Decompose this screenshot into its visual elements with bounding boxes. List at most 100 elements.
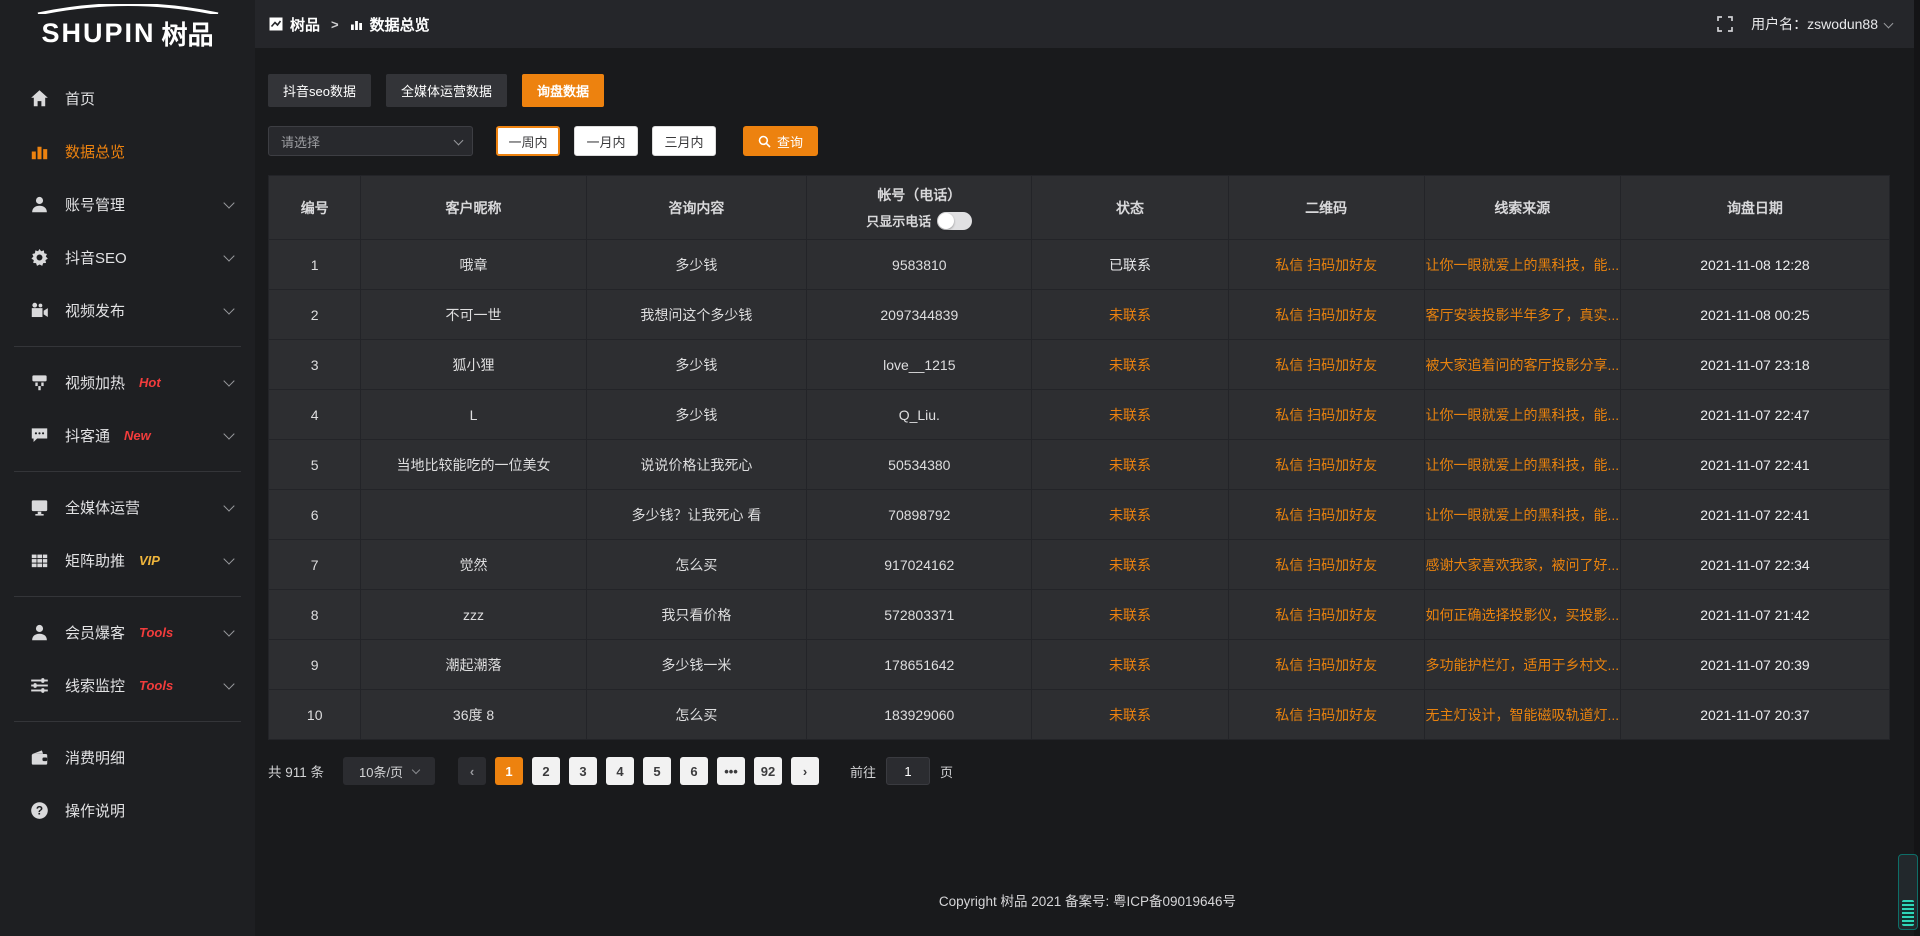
member-icon	[30, 623, 49, 642]
footer: Copyright 树品 2021 备案号: 粤ICP备09019646号	[255, 858, 1920, 936]
table-row: 7 觉然 怎么买 917024162 未联系 私信 扫码加好友 感谢大家喜欢我家…	[269, 540, 1890, 590]
cell-source: 多功能护栏灯，适用于乡村文...	[1424, 640, 1620, 690]
cell-source: 无主灯设计，智能磁吸轨道灯...	[1424, 690, 1620, 740]
cell-source: 让你一眼就爱上的黑科技，能...	[1424, 440, 1620, 490]
svg-text:?: ?	[36, 804, 43, 818]
page-size-select[interactable]: 10条/页	[343, 757, 435, 785]
sidebar-item-omni-media[interactable]: 全媒体运营	[0, 481, 255, 534]
cell-account: 917024162	[807, 540, 1032, 590]
sidebar-item-label: 消费明细	[65, 747, 125, 768]
scrollbar-track[interactable]	[1914, 0, 1920, 936]
qrcode-links[interactable]: 私信 扫码加好友	[1275, 257, 1377, 273]
phone-only-toggle[interactable]	[937, 212, 972, 230]
sidebar-item-label: 线索监控	[65, 675, 125, 696]
sidebar-item-video-publish[interactable]: 视频发布	[0, 284, 255, 337]
goto-label: 前往	[850, 762, 876, 781]
tab-inquiry-data[interactable]: 询盘数据	[522, 74, 604, 107]
question-circle-icon: ?	[30, 801, 49, 820]
source-link[interactable]: 多功能护栏灯，适用于乡村文...	[1425, 657, 1619, 673]
floating-service-widget[interactable]	[1898, 854, 1918, 930]
sidebar-item-member-baoke[interactable]: 会员爆客 Tools	[0, 606, 255, 659]
qrcode-links[interactable]: 私信 扫码加好友	[1275, 657, 1377, 673]
user-menu[interactable]: 用户名：zswodun88	[1751, 14, 1892, 34]
page-button[interactable]: 92	[754, 757, 782, 785]
page-button[interactable]: 6	[680, 757, 708, 785]
col-source: 线索来源	[1424, 176, 1620, 240]
sidebar-item-label: 抖客通	[65, 425, 110, 446]
cell-qrcode: 私信 扫码加好友	[1228, 540, 1424, 590]
breadcrumb-root[interactable]: 树品	[290, 14, 320, 35]
tab-douyin-seo-data[interactable]: 抖音seo数据	[268, 74, 371, 107]
topbar: 树品 > 数据总览 用户名：zswodun88	[255, 0, 1920, 48]
phone-toggle-label: 只显示电话	[866, 211, 931, 230]
range-month-button[interactable]: 一月内	[574, 126, 638, 156]
qrcode-links[interactable]: 私信 扫码加好友	[1275, 357, 1377, 373]
chevron-down-icon	[223, 428, 234, 439]
range-week-button[interactable]: 一周内	[496, 126, 560, 156]
sidebar-item-doukertong[interactable]: 抖客通 New	[0, 409, 255, 462]
source-link[interactable]: 客厅安装投影半年多了，真实...	[1425, 307, 1619, 323]
cell-source: 让你一眼就爱上的黑科技，能...	[1424, 240, 1620, 290]
qrcode-links[interactable]: 私信 扫码加好友	[1275, 557, 1377, 573]
sidebar-item-label: 矩阵助推	[65, 550, 125, 571]
sidebar-item-video-heat[interactable]: 视频加热 Hot	[0, 356, 255, 409]
sidebar-item-douyin-seo[interactable]: 抖音SEO	[0, 231, 255, 284]
cell-status: 未联系	[1032, 290, 1228, 340]
sidebar-item-label: 首页	[65, 88, 95, 109]
sidebar-item-lead-monitor[interactable]: 线索监控 Tools	[0, 659, 255, 712]
qrcode-links[interactable]: 私信 扫码加好友	[1275, 707, 1377, 723]
cell-id: 6	[269, 490, 361, 540]
tab-omnimedia-data[interactable]: 全媒体运营数据	[386, 74, 507, 107]
sidebar-item-account-mgmt[interactable]: 账号管理	[0, 178, 255, 231]
sidebar-item-help[interactable]: ? 操作说明	[0, 784, 255, 837]
status-badge: 未联系	[1109, 507, 1151, 523]
source-link[interactable]: 无主灯设计，智能磁吸轨道灯...	[1425, 707, 1619, 723]
sidebar-item-matrix-boost[interactable]: 矩阵助推 VIP	[0, 534, 255, 587]
cell-date: 2021-11-07 22:34	[1620, 540, 1889, 590]
cell-status: 未联系	[1032, 490, 1228, 540]
cell-qrcode: 私信 扫码加好友	[1228, 240, 1424, 290]
vip-badge: VIP	[139, 553, 160, 568]
cell-nickname	[361, 490, 586, 540]
source-link[interactable]: 感谢大家喜欢我家，被问了好...	[1425, 557, 1619, 573]
prev-page-button[interactable]: ‹	[458, 757, 486, 785]
qrcode-links[interactable]: 私信 扫码加好友	[1275, 407, 1377, 423]
qrcode-links[interactable]: 私信 扫码加好友	[1275, 307, 1377, 323]
next-page-button[interactable]: ›	[791, 757, 819, 785]
sidebar-item-home[interactable]: 首页	[0, 72, 255, 125]
breadcrumb: 树品 > 数据总览	[269, 14, 430, 35]
qrcode-links[interactable]: 私信 扫码加好友	[1275, 457, 1377, 473]
cell-account: 572803371	[807, 590, 1032, 640]
page-button[interactable]: 1	[495, 757, 523, 785]
page-button[interactable]: 4	[606, 757, 634, 785]
range-quarter-button[interactable]: 三月内	[652, 126, 716, 156]
fullscreen-icon[interactable]	[1717, 16, 1733, 32]
qrcode-links[interactable]: 私信 扫码加好友	[1275, 607, 1377, 623]
page-button[interactable]: •••	[717, 757, 745, 785]
sidebar-item-spend-detail[interactable]: 消费明细	[0, 731, 255, 784]
cell-nickname: 当地比较能吃的一位美女	[361, 440, 586, 490]
account-select[interactable]: 请选择	[268, 126, 473, 156]
page-button[interactable]: 5	[643, 757, 671, 785]
cell-id: 2	[269, 290, 361, 340]
goto-page-input[interactable]	[886, 757, 930, 785]
sidebar-item-data-overview[interactable]: 数据总览	[0, 125, 255, 178]
cell-account: 70898792	[807, 490, 1032, 540]
source-link[interactable]: 让你一眼就爱上的黑科技，能...	[1425, 257, 1619, 273]
qrcode-links[interactable]: 私信 扫码加好友	[1275, 507, 1377, 523]
cell-date: 2021-11-08 00:25	[1620, 290, 1889, 340]
table-header-row: 编号 客户昵称 咨询内容 帐号（电话） 只显示电话 状态 二维码	[269, 176, 1890, 240]
page-button[interactable]: 2	[532, 757, 560, 785]
cell-content: 怎么买	[586, 540, 806, 590]
video-publish-icon	[30, 301, 49, 320]
source-link[interactable]: 让你一眼就爱上的黑科技，能...	[1425, 507, 1619, 523]
source-link[interactable]: 被大家追着问的客厅投影分享...	[1425, 357, 1619, 373]
page-button[interactable]: 3	[569, 757, 597, 785]
source-link[interactable]: 让你一眼就爱上的黑科技，能...	[1425, 457, 1619, 473]
search-button[interactable]: 查询	[743, 126, 818, 156]
divider	[14, 346, 241, 347]
source-link[interactable]: 如何正确选择投影仪，买投影...	[1425, 607, 1619, 623]
source-link[interactable]: 让你一眼就爱上的黑科技，能...	[1425, 407, 1619, 423]
filter-bar: 请选择 一周内 一月内 三月内 查询	[268, 126, 1890, 156]
sidebar-item-label: 视频加热	[65, 372, 125, 393]
